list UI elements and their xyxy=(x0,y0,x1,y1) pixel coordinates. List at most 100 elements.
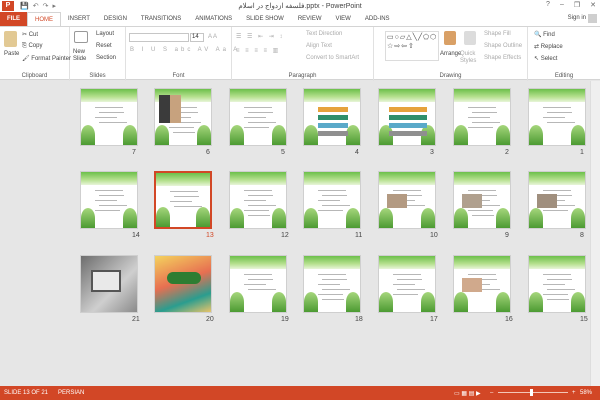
slide-thumbnail[interactable] xyxy=(154,88,212,146)
help-button[interactable]: ? xyxy=(546,1,550,9)
tab-animations[interactable]: ANIMATIONS xyxy=(188,12,239,26)
zoom-slider-thumb[interactable] xyxy=(530,389,533,396)
select-button[interactable]: ↖ Select xyxy=(534,55,557,62)
slide-thumbnail[interactable] xyxy=(80,255,138,313)
restore-button[interactable]: ❐ xyxy=(574,1,580,9)
ribbon-tabs: FILE HOME INSERT DESIGN TRANSITIONS ANIM… xyxy=(0,12,600,26)
leaf-corner xyxy=(81,125,95,145)
slide-thumbnail[interactable] xyxy=(303,255,361,313)
minimize-button[interactable]: – xyxy=(560,1,564,9)
arrange-button[interactable]: Arrange xyxy=(440,51,461,57)
slide-counter: SLIDE 13 OF 21 xyxy=(4,390,49,396)
shape-effects-button[interactable]: Shape Effects xyxy=(484,55,521,61)
tab-design[interactable]: DESIGN xyxy=(97,12,134,26)
slide-thumbnail[interactable] xyxy=(154,255,212,313)
tab-slide-show[interactable]: SLIDE SHOW xyxy=(239,12,291,26)
quick-styles-button[interactable]: Quick Styles xyxy=(460,51,484,65)
convert-smartart-button[interactable]: Convert to SmartArt xyxy=(306,55,359,61)
slide-thumbnail[interactable] xyxy=(453,255,511,313)
new-slide-button[interactable]: New Slide xyxy=(73,49,93,63)
close-button[interactable]: ✕ xyxy=(590,1,596,9)
slide-thumbnail[interactable] xyxy=(80,88,138,146)
slide-thumbnail[interactable] xyxy=(303,171,361,229)
slide-number: 21 xyxy=(132,316,140,323)
zoom-in-button[interactable]: + xyxy=(572,390,576,396)
vertical-scrollbar[interactable] xyxy=(590,81,600,386)
text-line xyxy=(174,206,202,207)
leaf-corner xyxy=(496,208,510,228)
slide-thumbnail[interactable] xyxy=(80,171,138,229)
section-button[interactable]: Section xyxy=(96,55,116,61)
tab-insert[interactable]: INSERT xyxy=(61,12,97,26)
text-direction-button[interactable]: Text Direction xyxy=(306,31,342,37)
leaf-corner xyxy=(454,292,468,312)
shapes-gallery[interactable]: ▭○▱△╲╱⬠⬡↺{}☆⇨⇦⇧ xyxy=(385,31,439,61)
shape-fill-button[interactable]: Shape Fill xyxy=(484,31,511,37)
copy-label: Copy xyxy=(28,43,43,49)
tab-view[interactable]: VIEW xyxy=(329,12,358,26)
shape-outline-button[interactable]: Shape Outline xyxy=(484,43,522,49)
new-slide-icon[interactable] xyxy=(74,31,88,43)
slide-number: 4 xyxy=(355,149,359,156)
ribbon: Paste ✂ Cut ⎘ Copy 🖌 Format Painter Clip… xyxy=(0,26,600,81)
slide-thumbnail[interactable] xyxy=(378,88,436,146)
slide-thumbnail[interactable] xyxy=(229,255,287,313)
replace-button[interactable]: ⇄ Replace xyxy=(534,43,563,50)
tab-home[interactable]: HOME xyxy=(27,12,61,26)
slide-number: 20 xyxy=(206,316,214,323)
paste-icon[interactable] xyxy=(4,31,17,47)
slide-thumbnail[interactable] xyxy=(229,88,287,146)
format-painter-button[interactable]: 🖌 Format Painter xyxy=(22,55,71,62)
slide-thumbnail[interactable] xyxy=(528,88,586,146)
paste-button[interactable]: Paste xyxy=(4,51,19,57)
align-text-button[interactable]: Align Text xyxy=(306,43,332,49)
slide-thumbnail[interactable] xyxy=(528,255,586,313)
slide-thumbnail[interactable] xyxy=(378,255,436,313)
leaf-corner xyxy=(304,208,318,228)
text-line xyxy=(472,122,500,123)
tab-file[interactable]: FILE xyxy=(0,12,27,26)
diagram-bar xyxy=(318,115,348,120)
leaf-corner xyxy=(454,125,468,145)
grow-font-button[interactable]: A A xyxy=(208,34,217,40)
normal-view-icon[interactable]: ▭ ▦ ▤ ▶ xyxy=(454,390,481,397)
align-buttons[interactable]: ≡ ≡ ≡ ≡ ▥ xyxy=(236,47,280,54)
slide-thumbnail[interactable] xyxy=(453,171,511,229)
cut-button[interactable]: ✂ Cut xyxy=(22,31,38,38)
tab-transitions[interactable]: TRANSITIONS xyxy=(134,12,188,26)
language-indicator[interactable]: PERSIAN xyxy=(58,390,84,396)
leaf-corner xyxy=(230,208,244,228)
slide-thumbnail[interactable] xyxy=(453,88,511,146)
reset-button[interactable]: Reset xyxy=(96,43,112,49)
slide-thumbnail[interactable] xyxy=(528,171,586,229)
arrange-icon[interactable] xyxy=(444,31,456,45)
text-line xyxy=(248,112,273,113)
leaf-corner xyxy=(496,125,510,145)
text-line xyxy=(318,210,343,211)
font-size-box[interactable]: 14 xyxy=(190,33,204,42)
copy-button[interactable]: ⎘ Copy xyxy=(22,43,42,50)
text-line xyxy=(547,279,572,280)
find-button[interactable]: 🔍 Find xyxy=(534,31,555,38)
font-name-box[interactable] xyxy=(129,33,189,42)
tab-review[interactable]: REVIEW xyxy=(291,12,329,26)
text-line xyxy=(543,294,568,295)
list-buttons[interactable]: ☰ ☰ ⇤ ⇥ ↕ xyxy=(236,33,284,40)
slide-photo xyxy=(387,194,407,208)
editing-group-label: Editing xyxy=(554,73,574,79)
font-format-buttons[interactable]: B I U S abc AV Aa A xyxy=(130,47,240,53)
slide-thumbnail[interactable] xyxy=(229,171,287,229)
slide-thumbnail[interactable] xyxy=(154,171,212,229)
slide-thumbnail[interactable] xyxy=(378,171,436,229)
quick-styles-icon[interactable] xyxy=(464,31,476,45)
leaf-corner xyxy=(81,208,95,228)
zoom-slider[interactable] xyxy=(498,392,568,393)
slide-number: 14 xyxy=(132,232,140,239)
layout-button[interactable]: Layout xyxy=(96,31,114,37)
zoom-level[interactable]: 58% xyxy=(580,390,592,396)
avatar[interactable] xyxy=(588,14,597,23)
tab-add-ins[interactable]: ADD-INS xyxy=(358,12,397,26)
sign-in-link[interactable]: Sign in xyxy=(568,15,586,21)
zoom-out-button[interactable]: – xyxy=(490,390,493,396)
slide-thumbnail[interactable] xyxy=(303,88,361,146)
